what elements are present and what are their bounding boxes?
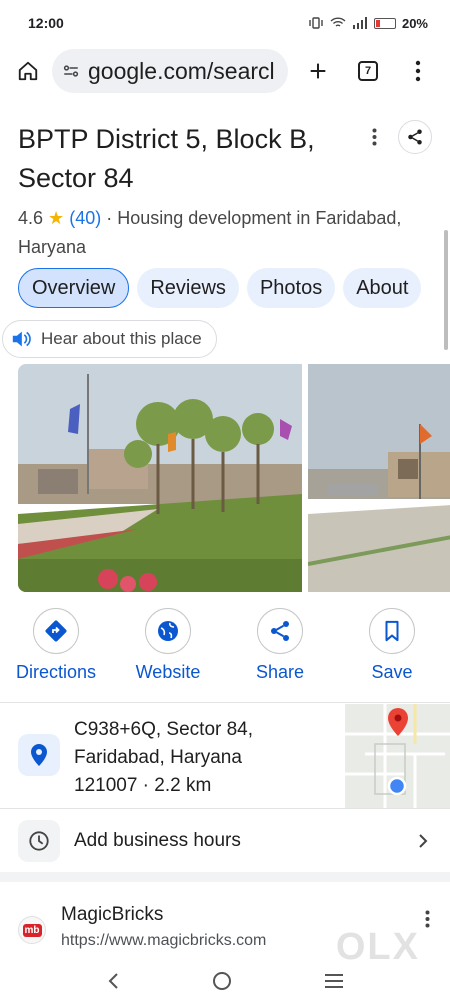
url-text[interactable]: google.com/searcl [88,58,275,85]
action-bar: Directions Website Share Save [0,608,450,683]
section-separator [0,872,450,882]
share-button[interactable]: Share [224,608,336,683]
divider [0,702,450,703]
website-button[interactable]: Website [112,608,224,683]
result-more-icon[interactable] [425,910,430,933]
clock-icon [18,820,60,862]
tab-switcher-button[interactable]: 7 [352,55,384,87]
browser-menu-icon[interactable] [402,55,434,87]
share-icon[interactable] [398,120,432,154]
olx-watermark: OLX [335,926,420,962]
address-line-2: Faridabad, Haryana [74,747,242,768]
share-label: Share [255,662,305,682]
address-line-1: C938+6Q, Sector 84, [74,719,254,740]
directions-icon [33,608,79,654]
tab-about[interactable]: About [343,268,422,308]
star-icon: ★ [48,208,65,228]
tab-count: 7 [358,61,378,81]
tab-photos[interactable]: Photos [246,268,336,308]
battery-icon [373,17,396,29]
new-tab-icon[interactable] [302,55,334,87]
location-pin-icon [18,734,60,776]
address-bar[interactable]: google.com/searcl [52,49,288,93]
wifi-icon [330,17,346,27]
system-nav-bar [0,962,450,1000]
photo-carousel[interactable] [18,364,450,592]
address-line-3: 121007 · 2.2 km [74,775,212,796]
vibrate-icon [309,17,323,29]
result-site-name[interactable]: MagicBricks [61,904,163,926]
chevron-right-icon [419,834,428,848]
add-hours-label: Add business hours [74,830,241,851]
place-photo[interactable] [18,364,302,592]
tab-overview[interactable]: Overview [18,268,130,308]
status-icons: 20% [308,16,428,31]
address-row[interactable]: C938+6Q, Sector 84, Faridabad, Haryana 1… [0,704,450,808]
review-count-link[interactable]: (40) [69,208,101,228]
share-icon [257,608,303,654]
more-options-icon[interactable] [364,122,384,152]
globe-icon [145,608,191,654]
map-thumbnail[interactable] [345,704,450,808]
signal-icon [352,17,367,29]
divider [0,808,450,809]
hear-about-button[interactable]: Hear about this place [2,320,217,358]
scrollbar[interactable] [444,230,448,350]
directions-button[interactable]: Directions [0,608,112,683]
browser-toolbar: google.com/searcl 7 [0,46,450,96]
home-circle-icon[interactable] [212,971,232,991]
speaker-icon [12,331,31,347]
place-panel: BPTP District 5, Block B, Sector 84 4.6 … [0,100,450,962]
rating-value: 4.6 [18,208,44,228]
title-actions [364,120,432,154]
address-text[interactable]: C938+6Q, Sector 84, Faridabad, Haryana 1… [74,716,314,800]
home-icon[interactable] [12,55,44,87]
status-time: 12:00 [28,15,64,31]
tab-reviews[interactable]: Reviews [137,268,239,308]
save-label: Save [371,662,413,682]
bookmark-icon [369,608,415,654]
place-title: BPTP District 5, Block B, Sector 84 [18,124,315,193]
result-url[interactable]: https://www.magicbricks.com [61,932,266,950]
recents-icon[interactable] [324,973,344,989]
place-photo[interactable] [308,364,450,592]
directions-label: Directions [15,662,97,682]
add-hours-row[interactable]: Add business hours [0,810,450,872]
website-label: Website [135,662,201,682]
rating-line: 4.6 ★ (40) · Housing development in Fari… [18,204,418,262]
hear-about-label: Hear about this place [41,329,202,348]
back-icon[interactable] [106,972,120,990]
search-result-magicbricks[interactable]: mb MagicBricks https://www.magicbricks.c… [0,896,450,962]
magicbricks-logo: mb [18,916,46,944]
status-bar: 12:00 20% [0,0,450,46]
save-button[interactable]: Save [336,608,448,683]
battery-percent: 20% [401,15,428,31]
site-settings-icon[interactable] [62,62,80,80]
place-tabs: Overview Reviews Photos About [18,268,422,308]
